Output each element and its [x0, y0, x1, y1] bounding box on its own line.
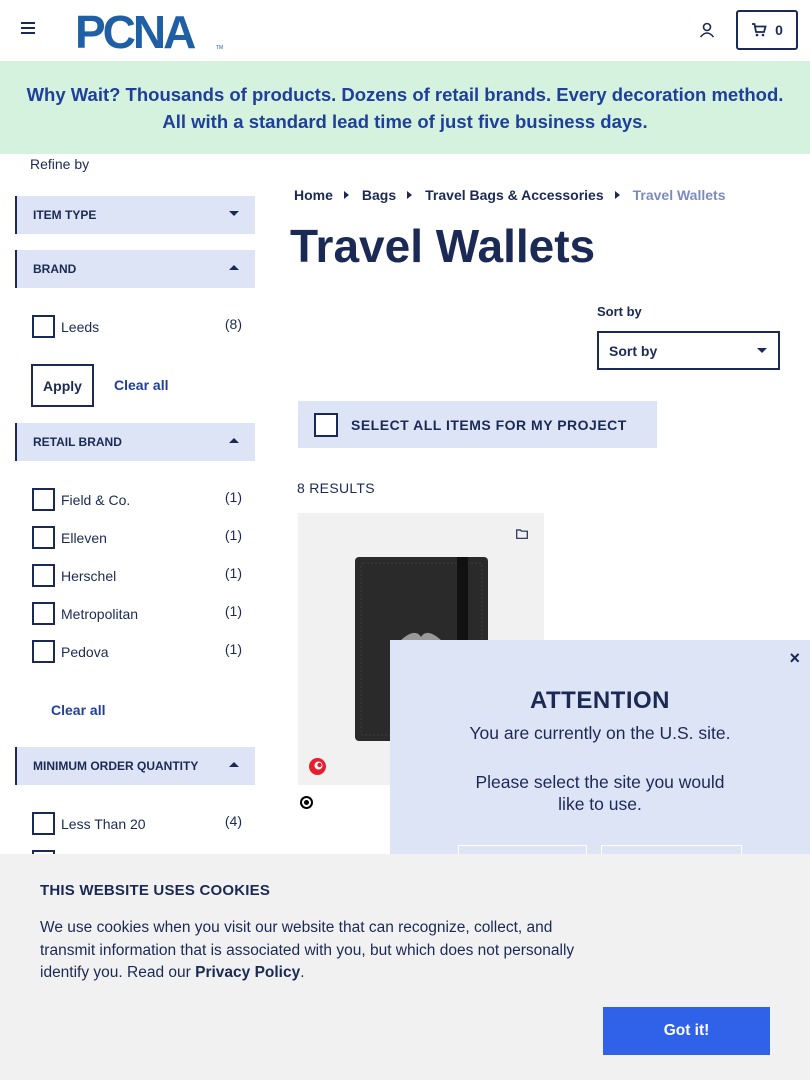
facet-retail-brand-label: RETAIL BRAND — [33, 435, 122, 449]
filter-option-pedova[interactable]: Pedova (1) — [32, 640, 242, 664]
breadcrumb-travel-bags[interactable]: Travel Bags & Accessories — [425, 187, 603, 203]
promo-banner-text: Why Wait? Thousands of products. Dozens … — [26, 83, 784, 132]
brand-clear-all-link[interactable]: Clear all — [114, 377, 168, 393]
facet-min-order-label: MINIMUM ORDER QUANTITY — [33, 759, 199, 773]
cart-icon — [752, 23, 767, 37]
caret-right-icon — [407, 191, 413, 199]
filter-option-leeds[interactable]: Leeds (8) — [32, 315, 242, 339]
facet-brand[interactable]: BRAND — [15, 250, 255, 288]
cookie-period: . — [300, 964, 305, 981]
option-count: (4) — [224, 813, 242, 829]
got-it-button[interactable]: Got it! — [603, 1007, 770, 1055]
select-all-items[interactable]: SELECT ALL ITEMS FOR MY PROJECT — [298, 401, 657, 448]
account-icon[interactable] — [697, 20, 717, 40]
pcna-logo[interactable]: PCNA TM — [75, 8, 225, 52]
breadcrumb-home[interactable]: Home — [294, 187, 333, 203]
option-count: (1) — [224, 603, 242, 619]
caret-right-icon — [614, 191, 620, 199]
checkbox[interactable] — [32, 640, 55, 663]
add-to-project-folder-icon[interactable] — [516, 529, 528, 539]
checkbox[interactable] — [32, 315, 55, 338]
page-title: Travel Wallets — [290, 220, 596, 272]
checkbox[interactable] — [32, 564, 55, 587]
select-all-label: SELECT ALL ITEMS FOR MY PROJECT — [351, 417, 627, 433]
option-label: Metropolitan — [61, 606, 139, 622]
privacy-policy-link[interactable]: Privacy Policy — [195, 964, 300, 981]
checkbox[interactable] — [32, 812, 55, 835]
option-label: Herschel — [61, 568, 117, 584]
option-count: (1) — [224, 565, 242, 581]
modal-title: ATTENTION — [529, 687, 671, 714]
site-header: PCNA TM 0 — [0, 0, 810, 61]
option-label: Field & Co. — [61, 492, 131, 508]
color-swatch-black[interactable] — [300, 796, 313, 809]
retail-brand-clear-all-link[interactable]: Clear all — [51, 702, 105, 718]
facet-minimum-order-quantity[interactable]: MINIMUM ORDER QUANTITY — [15, 747, 255, 785]
cookie-text: We use cookies when you visit our websit… — [40, 917, 610, 985]
facet-item-type[interactable]: ITEM TYPE — [15, 196, 255, 234]
chevron-down-icon — [229, 211, 239, 216]
caret-right-icon — [343, 191, 349, 199]
sort-select-value: Sort by — [609, 342, 658, 359]
option-count: (8) — [224, 316, 242, 332]
close-icon[interactable]: × — [789, 648, 800, 669]
option-label: Elleven — [61, 530, 107, 546]
retail-brand-badge-icon — [309, 758, 326, 775]
cookie-banner: THIS WEBSITE USES COOKIES We use cookies… — [0, 854, 810, 1080]
modal-current-site-text: You are currently on the U.S. site. — [469, 723, 731, 743]
filter-option-elleven[interactable]: Elleven (1) — [32, 526, 242, 550]
svg-text:TM: TM — [216, 45, 223, 51]
cart-button[interactable]: 0 — [736, 10, 798, 50]
option-label: Leeds — [61, 319, 100, 335]
cart-count: 0 — [775, 22, 783, 38]
cookie-body: We use cookies when you visit our websit… — [40, 919, 575, 981]
svg-text:PCNA: PCNA — [75, 8, 195, 52]
chevron-up-icon — [229, 265, 239, 270]
filter-option-field-and-co[interactable]: Field & Co. (1) — [32, 488, 242, 512]
option-count: (1) — [224, 641, 242, 657]
select-all-checkbox[interactable] — [314, 413, 338, 437]
checkbox[interactable] — [32, 602, 55, 625]
option-count: (1) — [224, 527, 242, 543]
promo-banner: Why Wait? Thousands of products. Dozens … — [0, 61, 810, 154]
checkbox[interactable] — [32, 526, 55, 549]
checkbox[interactable] — [32, 488, 55, 511]
sort-label: Sort by — [597, 304, 642, 319]
menu-icon[interactable] — [21, 22, 35, 36]
filter-option-herschel[interactable]: Herschel (1) — [32, 564, 242, 588]
cookie-title: THIS WEBSITE USES COOKIES — [40, 882, 271, 899]
breadcrumb-bags[interactable]: Bags — [362, 187, 396, 203]
apply-button[interactable]: Apply — [31, 364, 94, 407]
facet-item-type-label: ITEM TYPE — [33, 208, 97, 222]
chevron-down-icon — [757, 348, 767, 353]
option-label: Pedova — [61, 644, 109, 660]
modal-select-site-text: Please select the site you would like to… — [475, 772, 725, 814]
breadcrumb-current: Travel Wallets — [632, 187, 726, 203]
chevron-up-icon — [229, 762, 239, 767]
option-count: (1) — [224, 489, 242, 505]
option-label: Less Than 20 — [61, 816, 146, 832]
refine-label: Refine by — [30, 156, 90, 172]
results-count: 8 RESULTS — [297, 480, 375, 496]
facet-retail-brand[interactable]: RETAIL BRAND — [15, 423, 255, 461]
facet-brand-label: BRAND — [33, 262, 77, 276]
filter-option-less-than-20[interactable]: Less Than 20 (4) — [32, 812, 242, 836]
chevron-up-icon — [229, 438, 239, 443]
sort-select[interactable]: Sort by — [597, 331, 780, 370]
filter-option-metropolitan[interactable]: Metropolitan (1) — [32, 602, 242, 626]
breadcrumb: Home Bags Travel Bags & Accessories Trav… — [294, 187, 725, 203]
